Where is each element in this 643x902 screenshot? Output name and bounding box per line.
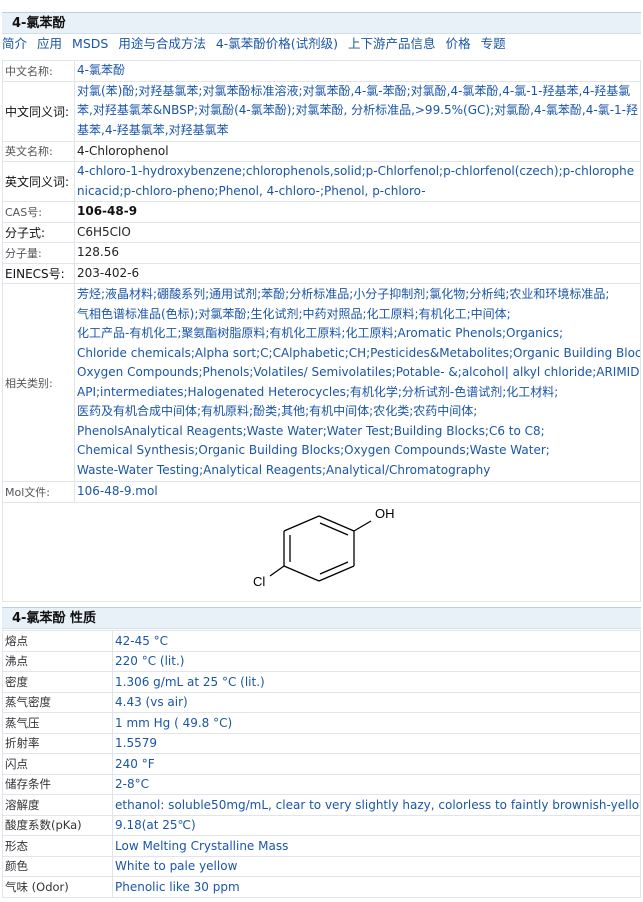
label-categories: 相关类别: <box>2 283 75 482</box>
property-label: 折射率 <box>2 732 113 754</box>
property-label: 沸点 <box>2 650 113 672</box>
nav-reagent-price[interactable]: 4-氯苯酚价格(试剂级) <box>216 35 338 53</box>
category-line[interactable]: 芳烃;液晶材料;硼酸系列;通用试剂;苯酚;分析标准品;小分子抑制剂;氯化物;分析… <box>77 285 640 305</box>
category-line[interactable]: Oxygen Compounds;Phenols;Volatiles/ Semi… <box>77 363 640 383</box>
nav-price[interactable]: 价格 <box>446 35 471 53</box>
label-cn-name: 中文名称: <box>2 60 75 82</box>
property-value: Low Melting Crystalline Mass <box>112 835 641 857</box>
category-line[interactable]: Waste-Water Testing;Analytical Reagents;… <box>77 461 640 481</box>
row-en-synonyms: 英文同义词: 4-chloro-1-hydroxybenzene;chlorop… <box>2 161 641 202</box>
value-cn-synonyms[interactable]: 对氯(苯)酚;对羟基氯苯;对氯苯酚标准溶液;对氯苯酚,4-氯-苯酚;对氯酚,4-… <box>74 80 641 142</box>
label-en-name: 英文名称: <box>2 140 75 162</box>
structure-diagram: OH Cl <box>253 506 395 589</box>
structure-oh-label: OH <box>375 506 395 521</box>
value-en-name: 4-Chlorophenol <box>74 140 641 162</box>
category-line[interactable]: Chloride chemicals;Alpha sort;C;CAlphabe… <box>77 344 640 364</box>
nav-intro[interactable]: 简介 <box>2 35 27 53</box>
property-value: 1.306 g/mL at 25 °C (lit.) <box>112 671 641 693</box>
property-label: 闪点 <box>2 753 113 775</box>
label-mol-file: Mol文件: <box>2 481 75 503</box>
category-line[interactable]: 医药及有机合成中间体;有机原料;酚类;其他;有机中间体;农化类;农药中间体; <box>77 402 640 422</box>
label-formula: 分子式: <box>2 221 75 243</box>
property-value: 42-45 °C <box>112 630 641 652</box>
row-cas: CAS号: 106-48-9 <box>2 201 641 223</box>
nav-usage-synthesis[interactable]: 用途与合成方法 <box>118 35 206 53</box>
label-einecs: EINECS号: <box>2 262 75 284</box>
property-row: 蒸气压 1 mm Hg ( 49.8 °C) <box>2 712 641 734</box>
property-label: 形态 <box>2 835 113 857</box>
property-label: 蒸气压 <box>2 712 113 734</box>
row-cn-synonyms: 中文同义词: 对氯(苯)酚;对羟基氯苯;对氯苯酚标准溶液;对氯苯酚,4-氯-苯酚… <box>2 80 641 142</box>
row-cn-name: 中文名称: 4-氯苯酚 <box>2 60 641 82</box>
property-value: 4.43 (vs air) <box>112 691 641 713</box>
nav-msds[interactable]: MSDS <box>72 35 108 53</box>
property-value: 2-8°C <box>112 773 641 795</box>
property-label: 密度 <box>2 671 113 693</box>
label-cas: CAS号: <box>2 201 75 223</box>
category-line[interactable]: Chemical Synthesis;Organic Building Bloc… <box>77 441 640 461</box>
property-value: Phenolic like 30 ppm <box>112 876 641 898</box>
mol-file-link[interactable]: 106-48-9.mol <box>74 481 641 503</box>
property-value: ethanol: soluble50mg/mL, clear to very s… <box>112 794 641 816</box>
row-en-name: 英文名称: 4-Chlorophenol <box>2 140 641 162</box>
property-label: 蒸气密度 <box>2 691 113 713</box>
property-row: 溶解度 ethanol: soluble50mg/mL, clear to ve… <box>2 794 641 816</box>
row-structure: OH Cl <box>2 501 641 602</box>
property-row: 酸度系数(pKa) 9.18(at 25℃) <box>2 814 641 836</box>
label-cn-synonyms: 中文同义词: <box>2 80 75 142</box>
properties-table: 熔点 42-45 °C 沸点 220 °C (lit.) 密度 1.306 g/… <box>2 630 641 898</box>
property-value: White to pale yellow <box>112 855 641 877</box>
structure-cell: OH Cl <box>2 501 641 602</box>
category-line[interactable]: 化工产品-有机化工;聚氨酯树脂原料;有机化工原料;化工原料;Aromatic P… <box>77 324 640 344</box>
value-formula: C6H5ClO <box>74 221 641 243</box>
nav-application[interactable]: 应用 <box>37 35 62 53</box>
property-label: 颜色 <box>2 855 113 877</box>
properties-title: 4-氯苯酚 性质 <box>2 607 641 629</box>
nav-upstream-downstream[interactable]: 上下游产品信息 <box>348 35 436 53</box>
property-value: 9.18(at 25℃) <box>112 814 641 836</box>
property-value: 1 mm Hg ( 49.8 °C) <box>112 712 641 734</box>
structure-cl-label: Cl <box>253 574 265 589</box>
property-row: 气味 (Odor) Phenolic like 30 ppm <box>2 876 641 898</box>
property-row: 形态 Low Melting Crystalline Mass <box>2 835 641 857</box>
property-row: 蒸气密度 4.43 (vs air) <box>2 691 641 713</box>
row-mol-file: Mol文件: 106-48-9.mol <box>2 481 641 503</box>
value-mw: 128.56 <box>74 242 641 264</box>
property-row: 折射率 1.5579 <box>2 732 641 754</box>
property-label: 熔点 <box>2 630 113 652</box>
property-row: 闪点 240 °F <box>2 753 641 775</box>
category-line[interactable]: API;intermediates;Halogenated Heterocycl… <box>77 383 640 403</box>
section-nav: 简介 应用 MSDS 用途与合成方法 4-氯苯酚价格(试剂级) 上下游产品信息 … <box>2 35 516 53</box>
property-label: 储存条件 <box>2 773 113 795</box>
property-value: 220 °C (lit.) <box>112 650 641 672</box>
row-categories: 相关类别: 芳烃;液晶材料;硼酸系列;通用试剂;苯酚;分析标准品;小分子抑制剂;… <box>2 283 641 482</box>
property-row: 储存条件 2-8°C <box>2 773 641 795</box>
property-row: 熔点 42-45 °C <box>2 630 641 652</box>
property-label: 气味 (Odor) <box>2 876 113 898</box>
nav-topic[interactable]: 专题 <box>481 35 506 53</box>
basic-info-table: 中文名称: 4-氯苯酚 中文同义词: 对氯(苯)酚;对羟基氯苯;对氯苯酚标准溶液… <box>2 60 641 602</box>
row-einecs: EINECS号: 203-402-6 <box>2 262 641 284</box>
property-value: 1.5579 <box>112 732 641 754</box>
row-mw: 分子量: 128.56 <box>2 242 641 264</box>
value-einecs: 203-402-6 <box>74 262 641 284</box>
value-categories: 芳烃;液晶材料;硼酸系列;通用试剂;苯酚;分析标准品;小分子抑制剂;氯化物;分析… <box>74 283 641 482</box>
property-row: 密度 1.306 g/mL at 25 °C (lit.) <box>2 671 641 693</box>
property-value: 240 °F <box>112 753 641 775</box>
category-line[interactable]: PhenolsAnalytical Reagents;Waste Water;W… <box>77 422 640 442</box>
row-formula: 分子式: C6H5ClO <box>2 221 641 243</box>
property-row: 颜色 White to pale yellow <box>2 855 641 877</box>
property-label: 酸度系数(pKa) <box>2 814 113 836</box>
property-label: 溶解度 <box>2 794 113 816</box>
category-line[interactable]: 气相色谱标准品(色标);对氯苯酚;生化试剂;中药对照品;化工原料;有机化工;中间… <box>77 305 640 325</box>
value-en-synonyms[interactable]: 4-chloro-1-hydroxybenzene;chlorophenols,… <box>74 161 641 202</box>
value-cn-name[interactable]: 4-氯苯酚 <box>74 60 641 82</box>
label-mw: 分子量: <box>2 242 75 264</box>
label-en-synonyms: 英文同义词: <box>2 161 75 202</box>
property-row: 沸点 220 °C (lit.) <box>2 650 641 672</box>
page-title: 4-氯苯酚 <box>2 12 641 34</box>
value-cas: 106-48-9 <box>74 201 641 223</box>
